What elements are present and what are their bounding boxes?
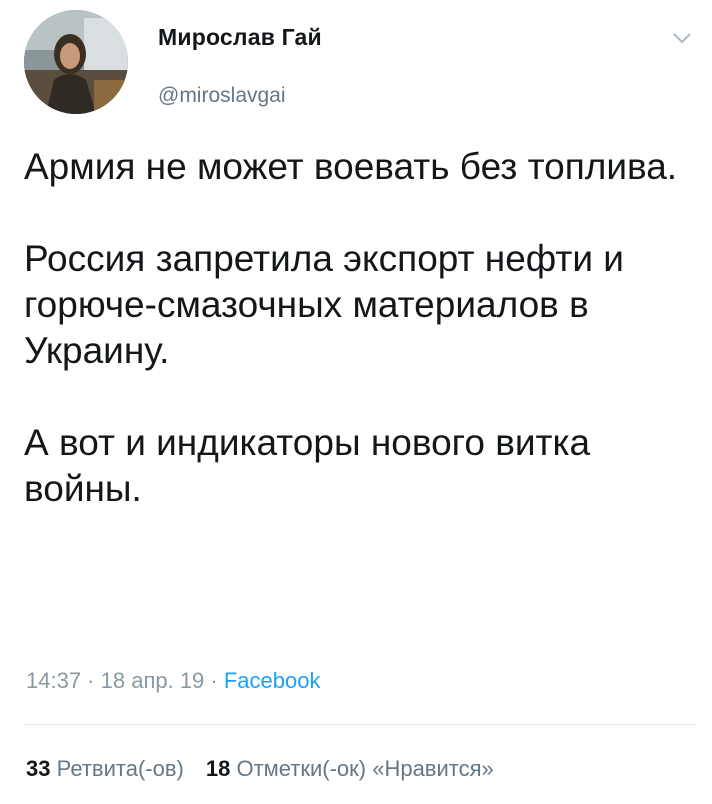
retweets-stat[interactable]: 33 Ретвита(-ов): [26, 756, 184, 781]
profile-photo-icon: [24, 10, 128, 114]
tweet-date: 18 апр. 19: [100, 668, 205, 693]
tweet-time: 14:37: [26, 668, 82, 693]
tweet-source-link[interactable]: Facebook: [224, 668, 321, 693]
avatar[interactable]: [24, 10, 128, 114]
divider: [24, 724, 696, 725]
author-display-name[interactable]: Мирослав Гай: [158, 24, 322, 51]
meta-separator: ·: [204, 668, 224, 693]
tweet-paragraph: Армия не может воевать без топлива.: [24, 146, 678, 187]
tweet-stats: 33 Ретвита(-ов) 18 Отметки(-ок) «Нравится…: [26, 756, 494, 782]
tweet-paragraph: А вот и индикаторы нового витка войны.: [24, 422, 591, 509]
retweets-count: 33: [26, 756, 51, 781]
likes-count: 18: [205, 756, 231, 781]
chevron-down-icon[interactable]: [670, 28, 694, 48]
retweets-label: Ретвита(-ов): [56, 756, 184, 781]
tweet-text: Армия не может воевать без топлива. Росс…: [24, 144, 694, 512]
likes-stat[interactable]: 18 Отметки(-ок) «Нравится»: [206, 756, 494, 781]
author-handle[interactable]: @miroslavgai: [158, 84, 286, 108]
tweet-card: Мирослав Гай @miroslavgai Армия не может…: [0, 0, 712, 804]
tweet-meta: 14:37 · 18 апр. 19 · Facebook: [26, 668, 320, 694]
likes-label: Отметки(-ок) «Нравится»: [236, 756, 494, 781]
meta-separator: ·: [81, 668, 101, 693]
tweet-paragraph: Россия запретила экспорт нефти и горюче-…: [24, 238, 624, 371]
